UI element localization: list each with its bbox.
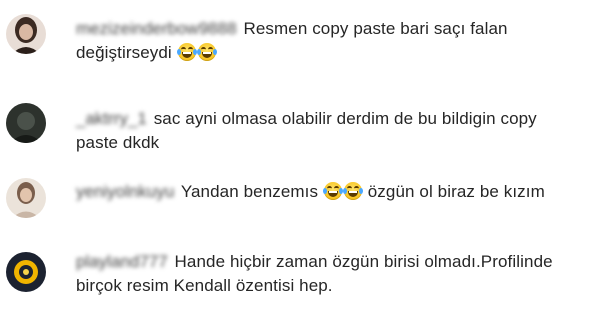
comment-username[interactable]: mezizeinderbow9888 xyxy=(76,17,237,41)
comment-body: Yandan benzemıs xyxy=(180,182,319,201)
comment-list: mezizeinderbow9888 Resmen copy paste bar… xyxy=(0,0,596,331)
avatar[interactable] xyxy=(6,14,46,54)
comment-body-continued: özgün ol biraz be kızım xyxy=(367,182,545,201)
comment-username[interactable]: yeniyolnkuyu xyxy=(76,180,174,204)
face-with-tears-of-joy-emoji xyxy=(176,43,197,61)
user-photo-icon xyxy=(6,103,46,143)
comment-username[interactable]: _aktrry_1 xyxy=(76,107,147,131)
avatar[interactable] xyxy=(6,252,46,292)
user-photo-icon xyxy=(6,252,46,292)
avatar[interactable] xyxy=(6,103,46,143)
comment-text: mezizeinderbow9888 Resmen copy paste bar… xyxy=(76,17,581,65)
comment-text: _aktrry_1 sac ayni olmasa olabilir derdi… xyxy=(76,107,581,155)
face-with-tears-of-joy-emoji xyxy=(322,182,343,200)
comment-text: playland777 Hande hiçbir zaman özgün bir… xyxy=(76,250,581,298)
comment-username[interactable]: playland777 xyxy=(76,250,168,274)
user-photo-icon xyxy=(6,178,46,218)
face-with-tears-of-joy-emoji xyxy=(342,182,363,200)
user-photo-icon xyxy=(6,14,46,54)
comment-text: yeniyolnkuyu Yandan benzemıs özgün ol bi… xyxy=(76,180,581,204)
avatar[interactable] xyxy=(6,178,46,218)
face-with-tears-of-joy-emoji xyxy=(196,43,217,61)
